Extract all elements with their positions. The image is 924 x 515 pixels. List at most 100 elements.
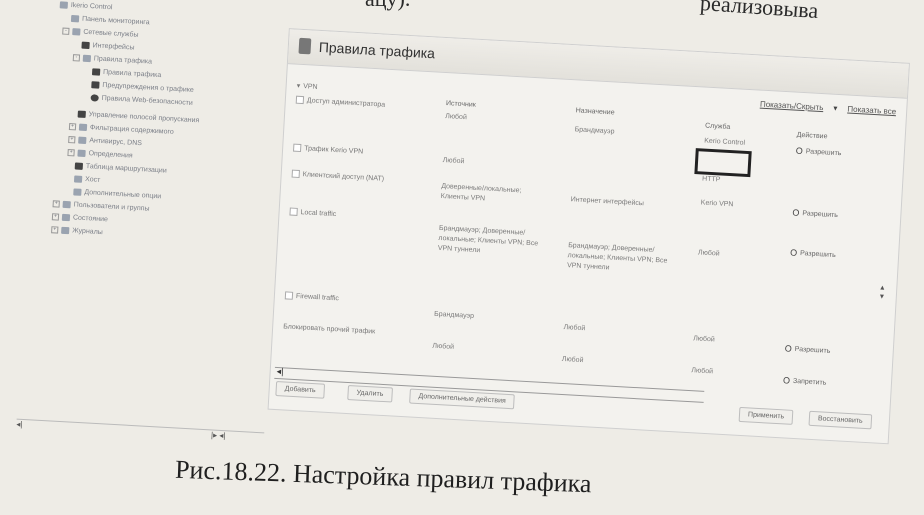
rule-block-destination: Любой bbox=[561, 355, 584, 365]
rule-row-block[interactable]: Блокировать прочий трафик bbox=[283, 323, 375, 335]
rule-firewall-source: Брандмауэр bbox=[433, 310, 475, 320]
rule-local-action[interactable]: O Разрешить bbox=[790, 248, 836, 261]
tree-item-content-filter[interactable]: + Фильтрация содержимого bbox=[68, 123, 174, 136]
folder-icon bbox=[78, 123, 88, 132]
rule-local-destination: Брандмауэр; Доверенные/локальные; Клиент… bbox=[566, 242, 668, 272]
folder-icon bbox=[77, 149, 86, 158]
tree-item-dashboard[interactable]: Панель мониторинга bbox=[70, 15, 150, 26]
rule-admin-action[interactable]: O Разрешить bbox=[796, 146, 842, 159]
rule-block-action[interactable]: O Запретить bbox=[783, 375, 827, 387]
rule-block-service: Любой bbox=[691, 367, 714, 376]
column-action[interactable]: Действие bbox=[797, 132, 828, 141]
cancel-button[interactable]: Восстановить bbox=[808, 410, 873, 430]
rule-enabled-checkbox[interactable] bbox=[295, 95, 305, 105]
rule-row-kerio-vpn[interactable]: Трафик Kerio VPN bbox=[292, 143, 363, 156]
navigation-tree: Ikerio Control Панель мониторинга - Сетев… bbox=[37, 1, 309, 424]
tree-item-traffic-folder[interactable]: - Правила трафика bbox=[72, 54, 152, 66]
scroll-left-icon[interactable]: ◂| bbox=[16, 420, 23, 429]
tree-item-traffic-warnings[interactable]: Предупреждения о трафике bbox=[91, 81, 194, 94]
expand-icon[interactable]: + bbox=[51, 226, 59, 234]
allow-icon: O bbox=[792, 207, 800, 218]
filter-icon[interactable]: ▾ bbox=[833, 104, 838, 113]
allow-icon: O bbox=[784, 343, 793, 354]
vertical-scrollbar[interactable]: ▴ ▾ bbox=[878, 283, 890, 323]
host-icon bbox=[73, 175, 83, 183]
tree-item-options[interactable]: Дополнительные опции bbox=[73, 188, 161, 200]
collapse-icon[interactable]: ▾ bbox=[296, 82, 300, 90]
bandwidth-icon bbox=[77, 110, 86, 118]
book-text-left: ацу). bbox=[365, 0, 410, 12]
rule-row-nat[interactable]: Клиентский доступ (NAT) bbox=[291, 169, 385, 183]
circle-icon bbox=[90, 94, 99, 102]
tree-scrollbar[interactable]: ◂| |▸ ◂| bbox=[16, 418, 265, 444]
highlight-box bbox=[694, 148, 752, 178]
dashboard-icon bbox=[70, 15, 80, 23]
tree-item-antivirus[interactable]: + Антивирус, DNS bbox=[68, 136, 142, 147]
folder-icon bbox=[72, 28, 81, 36]
rule-block-source: Любой bbox=[432, 342, 455, 351]
rule-nat-action[interactable]: O Разрешить bbox=[792, 208, 838, 221]
scroll-right-icon[interactable]: |▸ ◂| bbox=[211, 430, 226, 440]
rule-admin-destination: Брандмауэр bbox=[574, 126, 615, 136]
column-destination[interactable]: Назначение bbox=[576, 107, 615, 116]
logs-icon bbox=[61, 226, 70, 235]
rules-icon bbox=[91, 81, 100, 89]
rule-firewall-service: Любой bbox=[692, 335, 715, 344]
tree-item-bandwidth[interactable]: Управление полосой пропускания bbox=[77, 110, 200, 124]
tree-item-status[interactable]: + Состояние bbox=[51, 213, 108, 223]
rule-firewall-action[interactable]: O Разрешить bbox=[784, 343, 830, 356]
panel-links: Показать/Скрыть ▾ Показать все bbox=[760, 100, 897, 117]
rule-nat-source: Доверенные/локальные; Клиенты VPN bbox=[440, 182, 522, 203]
add-button[interactable]: Добавить bbox=[275, 381, 326, 399]
folder-icon bbox=[78, 136, 87, 145]
rule-row-firewall[interactable]: Firewall traffic bbox=[284, 291, 339, 302]
tree-item-definitions[interactable]: + Определения bbox=[67, 149, 133, 160]
tree-item-web-security[interactable]: Правила Web-безопасности bbox=[90, 94, 193, 107]
rule-kerio-vpn-service: HTTP bbox=[701, 175, 721, 184]
rule-nat-destination: Интернет интерфейсы bbox=[570, 196, 645, 208]
show-all-link[interactable]: Показать все bbox=[847, 104, 896, 116]
allow-icon: O bbox=[795, 145, 804, 157]
rule-enabled-checkbox[interactable] bbox=[284, 291, 294, 300]
book-text-right: реализовыва bbox=[699, 0, 820, 24]
tree-item-logs[interactable]: + Журналы bbox=[51, 226, 103, 236]
tree-item-traffic-rules[interactable]: Правила трафика bbox=[91, 68, 161, 79]
panel-header: Правила трафика bbox=[287, 29, 909, 99]
show-hide-link[interactable]: Показать/Скрыть bbox=[760, 100, 824, 113]
delete-button[interactable]: Удалить bbox=[347, 385, 393, 403]
status-icon bbox=[61, 213, 71, 222]
expand-icon[interactable]: - bbox=[72, 54, 81, 62]
tree-item-root[interactable]: Ikerio Control bbox=[59, 1, 113, 11]
expand-icon[interactable]: + bbox=[51, 213, 60, 221]
rules-icon bbox=[91, 68, 101, 76]
column-source[interactable]: Источник bbox=[446, 100, 476, 109]
options-icon bbox=[73, 188, 82, 196]
expand-icon[interactable]: + bbox=[52, 200, 60, 208]
rule-row-local[interactable]: Local traffic bbox=[289, 207, 336, 219]
folder-icon bbox=[82, 54, 92, 63]
rule-enabled-checkbox[interactable] bbox=[292, 143, 302, 153]
rule-row-admin[interactable]: Доступ администратора bbox=[295, 95, 386, 109]
tree-item-host[interactable]: Хост bbox=[73, 175, 100, 184]
expand-icon[interactable]: + bbox=[68, 123, 77, 131]
rule-local-service: Любой bbox=[697, 249, 720, 258]
more-actions-button[interactable]: Дополнительные действия bbox=[409, 388, 516, 410]
rule-group-vpn[interactable]: ▾ VPN bbox=[296, 82, 317, 91]
rule-nat-service: Kerio VPN bbox=[700, 199, 734, 209]
scroll-left-icon[interactable]: ◂| bbox=[276, 366, 283, 377]
tree-item-users[interactable]: + Пользователи и группы bbox=[52, 200, 150, 213]
rule-enabled-checkbox[interactable] bbox=[291, 169, 300, 178]
apply-button[interactable]: Применить bbox=[738, 406, 794, 425]
expand-icon[interactable]: + bbox=[67, 149, 75, 157]
expand-icon[interactable]: + bbox=[68, 136, 76, 144]
tree-item-interfaces[interactable]: Интерфейсы bbox=[81, 41, 135, 52]
rule-firewall-destination: Любой bbox=[563, 323, 586, 333]
network-icon bbox=[81, 41, 90, 50]
expand-icon[interactable]: - bbox=[62, 27, 70, 35]
traffic-rules-panel: Правила трафика Показать/Скрыть ▾ Показа… bbox=[267, 28, 910, 445]
tree-item-routing[interactable]: Таблица маршрутизации bbox=[74, 162, 167, 175]
tree-item-services[interactable]: - Сетевые службы bbox=[62, 27, 139, 39]
column-service[interactable]: Служба bbox=[705, 123, 731, 131]
app-icon bbox=[59, 1, 69, 9]
rule-enabled-checkbox[interactable] bbox=[289, 207, 298, 216]
